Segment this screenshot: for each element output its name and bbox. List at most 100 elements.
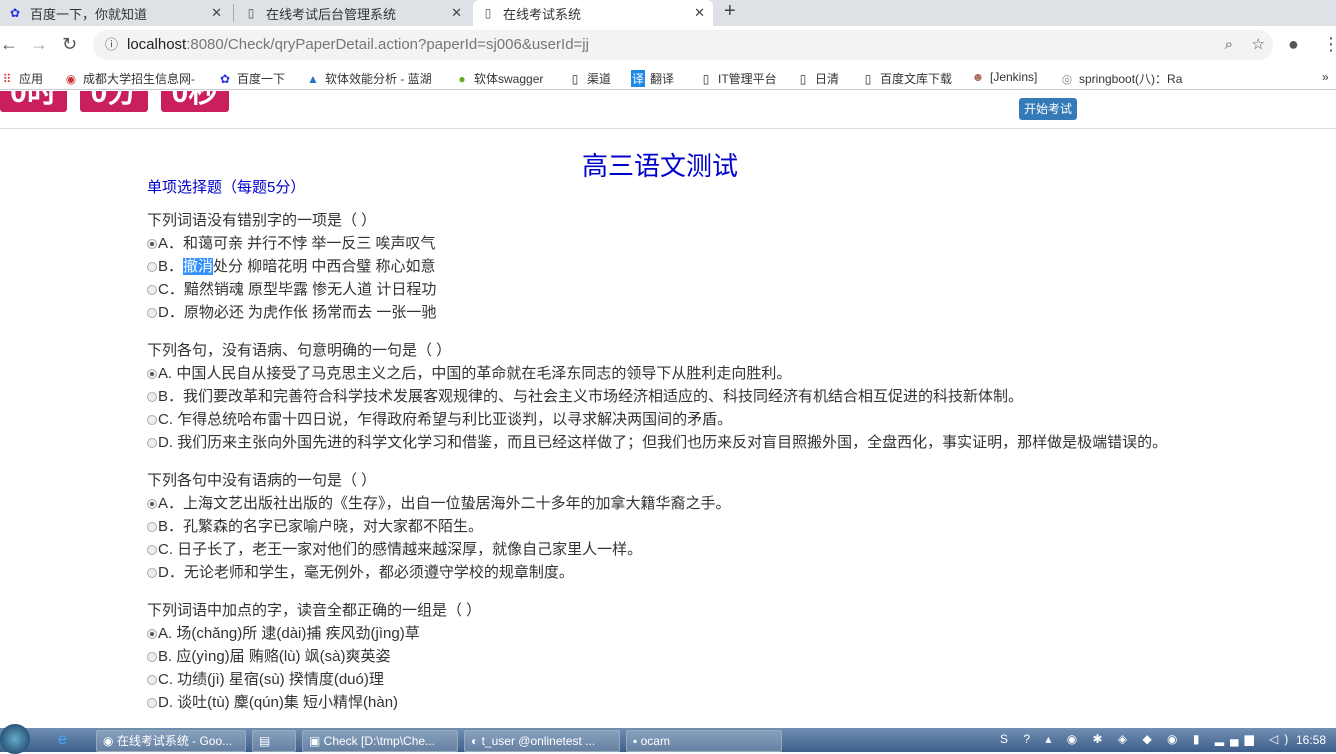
windows-start-button[interactable] xyxy=(0,724,30,754)
answer-option[interactable]: C. 功绩(jì) 星宿(sù) 揆情度(duó)理 xyxy=(147,668,1177,691)
star-icon[interactable]: ☆ xyxy=(1252,30,1265,60)
bookmark-item[interactable]: ● 软体swagger xyxy=(455,70,543,87)
radio-button[interactable] xyxy=(147,415,157,425)
translate-icon: 译 xyxy=(631,70,645,87)
answer-option[interactable]: C. 乍得总统哈布雷十四日说，乍得政府希望与利比亚谈判，以寻求解决两国间的矛盾。 xyxy=(147,408,1177,431)
reload-icon[interactable]: ↻ xyxy=(62,34,77,55)
bookmark-apps[interactable]: ⠿ 应用 xyxy=(0,70,43,87)
question-text: 下列词语中加点的字，读音全都正确的一组是（ ） xyxy=(147,602,482,619)
bookmark-item[interactable]: ◎ springboot(八)：Ra xyxy=(1060,70,1183,87)
radio-button[interactable] xyxy=(147,568,157,578)
radio-button[interactable] xyxy=(147,285,157,295)
taskbar-item-ocam[interactable]: ▪ ocam xyxy=(626,730,782,752)
answer-option[interactable]: A. 中国人民自从接受了马克思主义之后，中国的革命就在毛泽东同志的领导下从胜利走… xyxy=(147,362,1177,385)
taskbar-item-idea[interactable]: ▣ Check [D:\tmp\Che... xyxy=(302,730,458,752)
radio-button[interactable] xyxy=(147,239,157,249)
url-host: localhost xyxy=(127,36,187,53)
answer-option[interactable]: B．孔繁森的名字已家喻户晓，对大家都不陌生。 xyxy=(147,515,1177,538)
radio-button[interactable] xyxy=(147,392,157,402)
option-label: B．我们要改革和完善符合科学技术发展客观规律的、与社会主义市场经济相适应的、科技… xyxy=(158,388,1024,405)
paw-icon: ✿ xyxy=(219,72,231,86)
tab-exam[interactable]: ▯ 在线考试系统 ✕ xyxy=(473,0,713,26)
back-icon[interactable]: ← xyxy=(0,34,18,55)
radio-button[interactable] xyxy=(147,545,157,555)
taskbar-item-chrome[interactable]: ◉ 在线考试系统 - Goo... xyxy=(96,730,246,752)
section-label: 单项选择题（每题5分） xyxy=(147,179,306,196)
option-label: C．黯然销魂 原型毕露 惨无人道 计日程功 xyxy=(158,281,437,298)
question: 下列词语中加点的字，读音全都正确的一组是（ ） A. 场(chǎng)所 逮(dà… xyxy=(147,599,1177,714)
bookmark-item[interactable]: ▯ 百度文库下载 xyxy=(861,70,952,87)
option-label: A. 中国人民自从接受了马克思主义之后，中国的革命就在毛泽东同志的领导下从胜利走… xyxy=(158,365,792,382)
timer-hours: 0时 xyxy=(0,91,67,112)
tab-bar: ✿ 百度一下，你就知道 ✕ ▯ 在线考试后台管理系统 ✕ ▯ 在线考试系统 ✕ + xyxy=(0,0,1336,26)
more-bookmarks-icon[interactable]: » xyxy=(1322,70,1329,84)
page-icon: ▯ xyxy=(864,72,872,86)
site-icon: ◉ xyxy=(65,72,77,86)
timer-minutes: 0分 xyxy=(80,91,148,112)
option-label: B. 应(yìng)届 贿赂(lù) 飒(sà)爽英姿 xyxy=(158,648,391,665)
radio-button[interactable] xyxy=(147,369,157,379)
answer-option[interactable]: C. 日子长了，老王一家对他们的感情越来越深厚，就像自己家里人一样。 xyxy=(147,538,1177,561)
bookmark-item[interactable]: ◉ 成都大学招生信息网- xyxy=(64,70,195,87)
question-text: 下列词语没有错别字的一项是（ ） xyxy=(147,212,377,229)
tab-baidu[interactable]: ✿ 百度一下，你就知道 ✕ xyxy=(0,0,230,26)
close-icon[interactable]: ✕ xyxy=(451,5,462,21)
option-label: A．和蔼可亲 并行不悖 举一反三 唉声叹气 xyxy=(158,235,436,252)
bookmark-item[interactable]: ▯ 日清 xyxy=(796,70,839,87)
bookmark-item[interactable]: ▲ 软体效能分析 - 蓝湖 xyxy=(306,70,432,87)
zoom-icon[interactable]: ⌕ xyxy=(1225,30,1233,60)
forward-icon[interactable]: → xyxy=(30,34,48,55)
bookmarks-bar: ⠿ 应用 ◉ 成都大学招生信息网- ✿ 百度一下 ▲ 软体效能分析 - 蓝湖 ● 软体sw… xyxy=(0,64,1336,90)
url-input[interactable]: ⓘ localhost:8080/Check/qryPaperDetail.act… xyxy=(93,30,1273,60)
option-label: D. 谈吐(tù) 麇(qún)集 短小精悍(hàn) xyxy=(158,694,399,711)
radio-button[interactable] xyxy=(147,652,157,662)
close-icon[interactable]: ✕ xyxy=(694,5,705,21)
answer-option[interactable]: D. 谈吐(tù) 麇(qún)集 短小精悍(hàn) xyxy=(147,691,1177,714)
swagger-icon: ● xyxy=(458,72,466,86)
radio-button[interactable] xyxy=(147,698,157,708)
answer-option[interactable]: D．原物必还 为虎作伥 扬常而去 一张一驰 xyxy=(147,301,1177,324)
answer-option[interactable]: B. 应(yìng)届 贿赂(lù) 飒(sà)爽英姿 xyxy=(147,645,1177,668)
info-icon: ⓘ xyxy=(105,37,119,52)
option-label: D．原物必还 为虎作伥 扬常而去 一张一驰 xyxy=(158,304,437,321)
menu-icon[interactable]: ⋮ xyxy=(1322,34,1336,55)
bookmark-item[interactable]: ☻ [Jenkins] xyxy=(971,70,1038,84)
bookmark-item[interactable]: 译翻译 xyxy=(631,70,674,87)
answer-option[interactable]: A. 场(chǎng)所 逮(dài)捕 疾风劲(jìng)草 xyxy=(147,622,1177,645)
radio-button[interactable] xyxy=(147,675,157,685)
answer-option[interactable]: D. 我们历来主张向外国先进的科学文化学习和借鉴，而且已经这样做了；但我们也历来… xyxy=(147,431,1177,454)
answer-option[interactable]: B．我们要改革和完善符合科学技术发展客观规律的、与社会主义市场经济相适应的、科技… xyxy=(147,385,1177,408)
radio-button[interactable] xyxy=(147,438,157,448)
page-icon: ▯ xyxy=(571,72,579,86)
option-label: B．撤消处分 柳暗花明 中西合璧 称心如意 xyxy=(158,258,436,275)
radio-button[interactable] xyxy=(147,308,157,318)
page-icon: ▯ xyxy=(247,6,255,20)
answer-option[interactable]: A．上海文艺出版社出版的《生存》，出自一位蛰居海外二十多年的加拿大籍华裔之手。 xyxy=(147,492,1177,515)
ocam-icon: ▪ xyxy=(633,734,641,748)
bookmark-item[interactable]: ▯ 渠道 xyxy=(568,70,611,87)
taskbar-item-db[interactable]: ◐ t_user @onlinetest ... xyxy=(464,730,620,752)
tab-label: 在线考试系统 xyxy=(503,6,582,22)
bookmark-item[interactable]: ▯ IT管理平台 xyxy=(699,70,777,87)
bookmark-item[interactable]: ✿ 百度一下 xyxy=(218,70,285,87)
close-icon[interactable]: ✕ xyxy=(211,5,222,21)
system-tray-icons[interactable]: S ? ▴ ◉ ✱ ◈ ◆ ◉ ▮ ▂▄▆ ◁) xyxy=(1000,732,1294,746)
radio-button[interactable] xyxy=(147,629,157,639)
answer-option[interactable]: A．和蔼可亲 并行不悖 举一反三 唉声叹气 xyxy=(147,232,1177,255)
answer-option[interactable]: B．撤消处分 柳暗花明 中西合璧 称心如意 xyxy=(147,255,1177,278)
start-exam-button[interactable]: 开始考试 xyxy=(1019,98,1077,120)
radio-button[interactable] xyxy=(147,522,157,532)
idea-icon: ▣ xyxy=(309,734,324,748)
question: 下列各句中没有语病的一句是（ ） A．上海文艺出版社出版的《生存》，出自一位蛰居海… xyxy=(147,469,1177,584)
profile-icon[interactable]: ● xyxy=(1288,34,1299,55)
ie-icon[interactable]: e xyxy=(58,731,67,749)
radio-button[interactable] xyxy=(147,499,157,509)
answer-option[interactable]: D．无论老师和学生，毫无例外，都必须遵守学校的规章制度。 xyxy=(147,561,1177,584)
tab-admin[interactable]: ▯ 在线考试后台管理系统 ✕ xyxy=(236,0,470,26)
new-tab-button[interactable]: + xyxy=(724,0,736,23)
page-icon: ▯ xyxy=(799,72,807,86)
option-label: C. 日子长了，老王一家对他们的感情越来越深厚，就像自己家里人一样。 xyxy=(158,541,643,558)
taskbar-item-explorer[interactable]: ▤ xyxy=(252,730,296,752)
answer-option[interactable]: C．黯然销魂 原型毕露 惨无人道 计日程功 xyxy=(147,278,1177,301)
radio-button[interactable] xyxy=(147,262,157,272)
